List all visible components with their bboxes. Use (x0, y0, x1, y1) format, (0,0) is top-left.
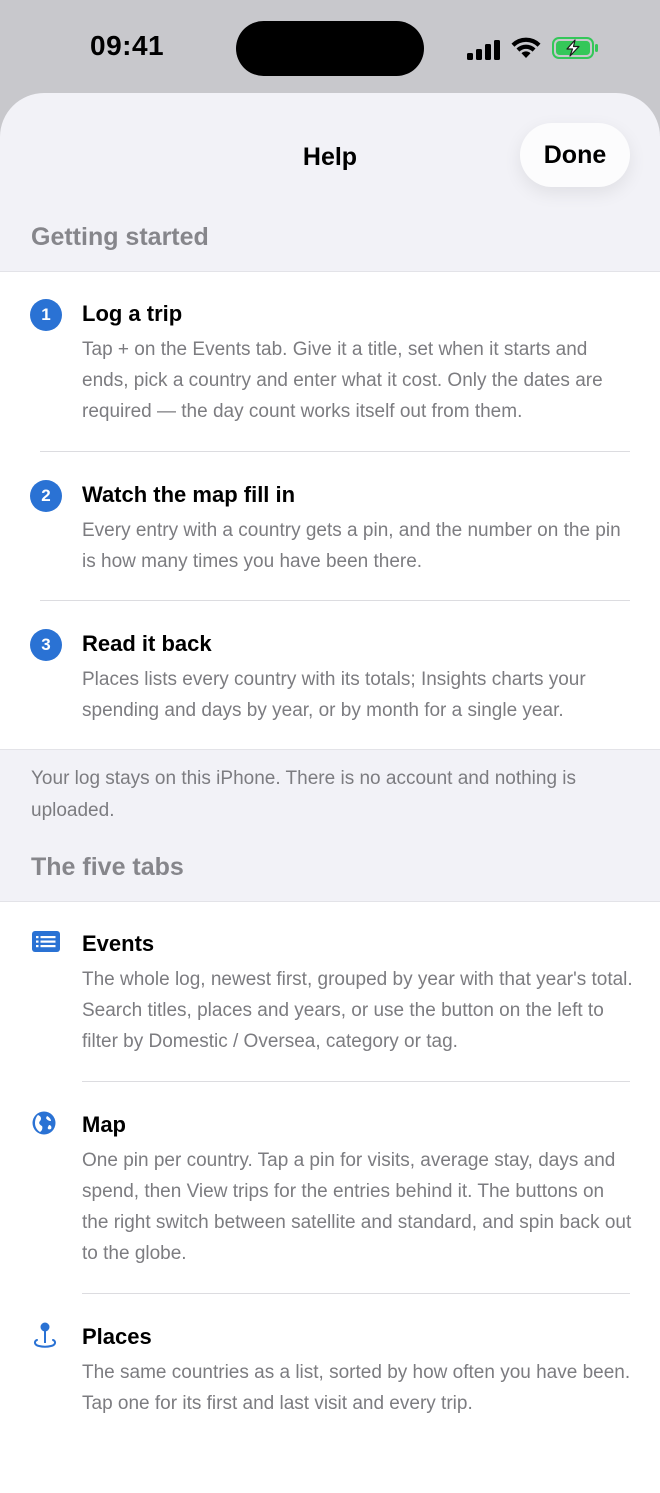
step-title: Read it back (82, 631, 212, 656)
step-title: Watch the map fill in (82, 482, 296, 507)
tab-info-body: The whole log, newest first, grouped by … (82, 969, 633, 1052)
getting-started-list: 1 Log a trip Tap + on the Events tab. Gi… (0, 271, 660, 750)
step-title: Log a trip (82, 301, 183, 326)
map-pin-icon (33, 1322, 57, 1348)
section-header-five-tabs: The five tabs (31, 853, 184, 881)
tab-info-body: The same countries as a list, sorted by … (82, 1362, 631, 1414)
battery-charging-icon (552, 37, 598, 59)
divider (40, 600, 630, 601)
step-number-badge: 2 (30, 480, 62, 512)
divider (82, 1081, 630, 1082)
divider (82, 1293, 630, 1294)
globe-icon (32, 1111, 56, 1135)
divider (40, 451, 630, 452)
tab-info-title: Events (82, 931, 155, 956)
help-sheet: Help Done Getting started 1 Log a trip T… (0, 93, 660, 1493)
list-icon (32, 931, 60, 952)
five-tabs-list: Events The whole log, newest first, grou… (0, 901, 660, 1493)
status-time: 09:41 (90, 30, 165, 61)
wifi-icon (511, 37, 541, 58)
step-number-badge: 3 (30, 629, 62, 661)
step-body: Places lists every country with its tota… (82, 669, 586, 721)
step-body: Every entry with a country gets a pin, a… (82, 520, 621, 572)
step-number-badge: 1 (30, 299, 62, 331)
section-header-getting-started: Getting started (31, 223, 209, 251)
tab-info-title: Places (82, 1324, 152, 1349)
status-bar: 09:41 (0, 0, 660, 96)
tab-info-body: One pin per country. Tap a pin for visit… (82, 1150, 632, 1264)
done-button[interactable]: Done (520, 123, 630, 187)
dynamic-island (236, 21, 424, 76)
step-body: Tap + on the Events tab. Give it a title… (82, 339, 603, 422)
tab-info-title: Map (82, 1112, 126, 1137)
cellular-signal-icon (467, 40, 500, 60)
privacy-note: Your log stays on this iPhone. There is … (31, 768, 577, 821)
